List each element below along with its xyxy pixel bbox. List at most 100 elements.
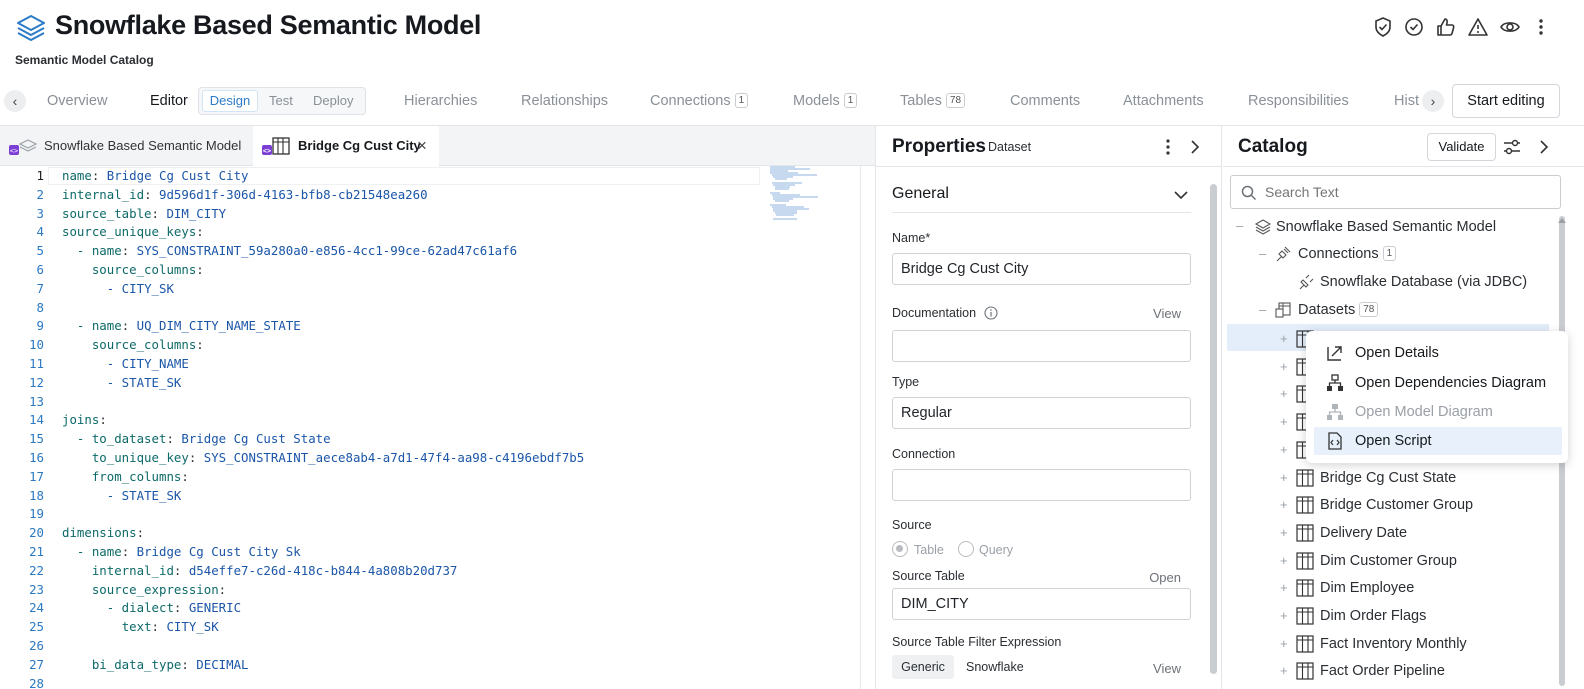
- tree-item-root[interactable]: Snowflake Based Semantic Model: [1276, 219, 1496, 235]
- scrollbar-thumb[interactable]: [1210, 184, 1217, 674]
- documentation-view-link[interactable]: View: [1153, 306, 1181, 321]
- tree-expand-icon[interactable]: +: [1280, 553, 1288, 568]
- scroll-up-icon[interactable]: [1557, 216, 1567, 224]
- source-table-open-link[interactable]: Open: [1149, 570, 1181, 585]
- tree-expand-icon[interactable]: +: [1280, 636, 1288, 651]
- shield-check-icon[interactable]: [1372, 16, 1394, 38]
- editor-tab-model[interactable]: <> Snowflake Based Semantic Model: [0, 126, 250, 166]
- code-line: - name: Bridge Cg Cust City Sk: [62, 544, 301, 559]
- tab-attachments[interactable]: Attachments: [1123, 93, 1204, 109]
- name-field[interactable]: Bridge Cg Cust City: [892, 253, 1191, 285]
- tree-expand-icon[interactable]: +: [1280, 386, 1288, 401]
- connections-icon: [1276, 246, 1291, 262]
- svg-text:<>: <>: [263, 147, 271, 155]
- tree-expand-icon[interactable]: +: [1280, 442, 1288, 457]
- filter-tab-generic[interactable]: Generic: [892, 655, 954, 679]
- line-number: 24: [29, 600, 44, 616]
- tree-expand-icon[interactable]: +: [1280, 470, 1288, 485]
- line-number: 12: [29, 374, 44, 390]
- tab-models[interactable]: Models 1: [793, 93, 858, 109]
- tree-expand-icon[interactable]: +: [1280, 497, 1288, 512]
- chevron-right-icon[interactable]: [1188, 139, 1202, 155]
- circle-check-icon[interactable]: [1403, 16, 1425, 38]
- tree-expand-icon[interactable]: +: [1280, 608, 1288, 623]
- tree-expand-icon[interactable]: +: [1280, 414, 1288, 429]
- scroll-left-button[interactable]: ‹: [4, 90, 26, 112]
- tree-item-connection[interactable]: Snowflake Database (via JDBC): [1320, 274, 1527, 290]
- scroll-right-button[interactable]: ›: [1422, 90, 1444, 112]
- source-table-field[interactable]: DIM_CITY: [892, 588, 1191, 620]
- tree-expand-icon[interactable]: +: [1280, 663, 1288, 678]
- editor-tab-dataset[interactable]: <> Bridge Cg Cust City ×: [253, 126, 439, 166]
- tree-item-dataset[interactable]: Dim Order Flags: [1320, 608, 1426, 624]
- chevron-right-icon[interactable]: [1537, 139, 1551, 155]
- tree-item-connections[interactable]: Connections 1: [1298, 246, 1397, 262]
- type-label: Type: [892, 375, 920, 389]
- tab-editor[interactable]: Editor: [150, 93, 188, 109]
- thumbs-up-icon[interactable]: [1435, 16, 1457, 38]
- tab-connections[interactable]: Connections 1: [650, 93, 749, 109]
- code-editor[interactable]: 1 name: Bridge Cg Cust City 2 internal_id: …: [0, 166, 862, 689]
- info-icon[interactable]: [984, 306, 998, 320]
- menu-item-open-details[interactable]: Open Details: [1314, 339, 1562, 367]
- mode-test[interactable]: Test: [269, 93, 293, 108]
- documentation-field[interactable]: [892, 330, 1191, 362]
- mode-deploy[interactable]: Deploy: [313, 93, 353, 108]
- search-input[interactable]: [1265, 182, 1545, 202]
- tree-collapse-icon[interactable]: –: [1259, 246, 1266, 261]
- tab-tables[interactable]: Tables 78: [900, 93, 966, 109]
- tree-expand-icon[interactable]: +: [1280, 331, 1288, 346]
- filter-view-link[interactable]: View: [1153, 661, 1181, 676]
- validate-button[interactable]: Validate: [1427, 133, 1496, 161]
- code-line: - CITY_SK: [62, 281, 174, 296]
- tab-overview[interactable]: Overview: [47, 93, 107, 109]
- more-vertical-icon[interactable]: [1530, 16, 1552, 38]
- tree-item-dataset[interactable]: Dim Employee: [1320, 580, 1414, 596]
- filter-settings-icon[interactable]: [1502, 137, 1522, 157]
- tab-hierarchies[interactable]: Hierarchies: [404, 93, 477, 109]
- menu-item-open-dependencies[interactable]: Open Dependencies Diagram: [1314, 369, 1562, 397]
- tree-item-dataset[interactable]: Delivery Date: [1320, 525, 1407, 541]
- menu-item-label: Open Script: [1355, 433, 1432, 449]
- code-minimap[interactable]: [770, 166, 830, 236]
- connection-select[interactable]: [892, 469, 1191, 501]
- tree-item-datasets[interactable]: Datasets 78: [1298, 302, 1379, 318]
- tab-history[interactable]: Hist: [1394, 93, 1419, 109]
- type-select[interactable]: Regular: [892, 397, 1191, 429]
- tree-expand-icon[interactable]: +: [1280, 525, 1288, 540]
- tree-item-dataset[interactable]: Fact Inventory Monthly: [1320, 636, 1467, 652]
- source-table-radio[interactable]: [892, 541, 908, 557]
- code-value: d54effe7-c26d-418c-b844-4a808b20d737: [188, 562, 458, 578]
- more-vertical-icon[interactable]: [1160, 138, 1176, 156]
- tree-collapse-icon[interactable]: –: [1259, 302, 1266, 317]
- menu-item-open-script[interactable]: Open Script: [1314, 427, 1562, 455]
- tab-comments[interactable]: Comments: [1010, 93, 1080, 109]
- start-editing-button[interactable]: Start editing: [1452, 84, 1560, 118]
- tree-collapse-icon[interactable]: –: [1236, 218, 1243, 233]
- menu-item-label: Open Dependencies Diagram: [1355, 375, 1547, 391]
- tab-responsibilities[interactable]: Responsibilities: [1248, 93, 1349, 109]
- tree-item-dataset[interactable]: Bridge Customer Group: [1320, 497, 1473, 513]
- filter-tab-snowflake[interactable]: Snowflake: [966, 660, 1024, 674]
- tree-expand-icon[interactable]: +: [1280, 359, 1288, 374]
- tree-item-dataset[interactable]: Fact Order Pipeline: [1320, 663, 1445, 679]
- editor-scrollbar[interactable]: [860, 166, 861, 689]
- tree-expand-icon[interactable]: +: [1280, 580, 1288, 595]
- tab-relationships[interactable]: Relationships: [521, 93, 608, 109]
- source-query-radio[interactable]: [958, 541, 974, 557]
- warning-icon[interactable]: [1467, 16, 1489, 38]
- eye-icon[interactable]: [1499, 16, 1521, 38]
- code-key: source_columns: [91, 337, 197, 353]
- tree-item-dataset[interactable]: Bridge Cg Cust State: [1320, 470, 1456, 486]
- code-key: bi_data_type: [91, 656, 182, 672]
- mode-design[interactable]: Design: [202, 90, 258, 112]
- code-line: - dialect: GENERIC: [62, 600, 241, 615]
- open-external-icon: [1327, 346, 1342, 361]
- code-line: source_table: DIM_CITY: [62, 205, 227, 221]
- close-icon[interactable]: ×: [417, 126, 427, 166]
- breadcrumb[interactable]: Semantic Model Catalog: [15, 53, 154, 67]
- chevron-down-icon[interactable]: [1173, 188, 1189, 202]
- tree-item-dataset[interactable]: Dim Customer Group: [1320, 553, 1457, 569]
